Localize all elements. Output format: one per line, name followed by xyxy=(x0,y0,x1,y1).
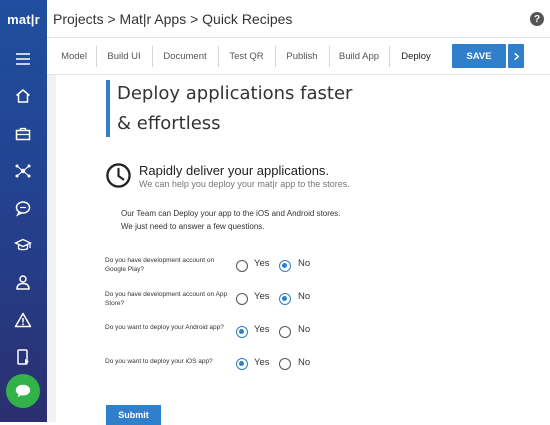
ios-yes-radio[interactable] xyxy=(236,358,248,370)
hero-accent-bar xyxy=(106,80,110,137)
live-chat-icon[interactable] xyxy=(6,374,40,408)
home-icon[interactable] xyxy=(11,84,35,108)
help-icon[interactable]: ? xyxy=(530,12,544,26)
app-logo[interactable]: mat|r xyxy=(0,0,47,38)
radio-label-yes[interactable]: Yes xyxy=(254,357,270,368)
mobile-deploy-icon[interactable] xyxy=(11,345,35,369)
question-android: Do you want to deploy your Android app? xyxy=(105,324,224,331)
hero-title-line1: Deploy applications faster xyxy=(117,83,353,104)
graduation-cap-icon[interactable] xyxy=(11,233,35,257)
intro-text: Our Team can Deploy your app to the iOS … xyxy=(121,209,341,218)
radio-label-no[interactable]: No xyxy=(298,357,310,368)
tab-build-ui[interactable]: Build UI xyxy=(97,38,151,75)
question-app-store: Do you have development account on App S… xyxy=(105,291,228,307)
sidebar: mat|r xyxy=(0,0,47,422)
app-store-yes-radio[interactable] xyxy=(236,293,248,305)
android-yes-radio[interactable] xyxy=(236,326,248,338)
hero-title-line2: & effortless xyxy=(117,113,221,134)
tab-document[interactable]: Document xyxy=(153,38,217,75)
radio-label-no[interactable]: No xyxy=(298,258,310,269)
chevron-right-icon xyxy=(513,52,519,60)
content-gutter xyxy=(47,75,56,422)
intro-text: We just need to answer a few questions. xyxy=(121,222,265,231)
radio-label-no[interactable]: No xyxy=(298,291,310,302)
android-no-radio[interactable] xyxy=(279,326,291,338)
radio-label-yes[interactable]: Yes xyxy=(254,291,270,302)
menu-icon[interactable] xyxy=(11,47,35,71)
radio-label-yes[interactable]: Yes xyxy=(254,258,270,269)
section-subtitle: We can help you deploy your mat|r app to… xyxy=(139,179,350,189)
submit-button[interactable]: Submit xyxy=(106,405,161,425)
tab-publish[interactable]: Publish xyxy=(276,38,328,75)
tab-build-app[interactable]: Build App xyxy=(330,38,388,75)
tab-deploy[interactable]: Deploy xyxy=(390,38,442,75)
radio-label-yes[interactable]: Yes xyxy=(254,324,270,335)
tab-model[interactable]: Model xyxy=(53,38,95,75)
save-button[interactable]: SAVE xyxy=(452,44,506,68)
ios-no-radio[interactable] xyxy=(279,358,291,370)
radio-label-no[interactable]: No xyxy=(298,324,310,335)
question-google-play: Do you have development account on Googl… xyxy=(105,257,215,273)
google-play-no-radio[interactable] xyxy=(279,260,291,272)
app-store-no-radio[interactable] xyxy=(279,293,291,305)
user-icon[interactable] xyxy=(11,270,35,294)
clock-icon xyxy=(106,163,131,188)
tab-bar: Model Build UI Document Test QR Publish … xyxy=(47,38,550,75)
breadcrumb[interactable]: Projects > Mat|r Apps > Quick Recipes xyxy=(53,11,292,27)
deploy-page: Deploy applications faster & effortless … xyxy=(47,75,550,425)
top-bar: Projects > Mat|r Apps > Quick Recipes ? xyxy=(47,0,550,38)
chat-icon[interactable] xyxy=(11,196,35,220)
briefcase-icon[interactable] xyxy=(11,122,35,146)
question-ios: Do you want to deploy your iOS app? xyxy=(105,358,213,365)
network-icon[interactable] xyxy=(11,159,35,183)
next-button[interactable] xyxy=(508,44,524,68)
section-title: Rapidly deliver your applications. xyxy=(139,163,330,178)
tab-test-qr[interactable]: Test QR xyxy=(219,38,274,75)
warning-icon[interactable] xyxy=(11,308,35,332)
google-play-yes-radio[interactable] xyxy=(236,260,248,272)
